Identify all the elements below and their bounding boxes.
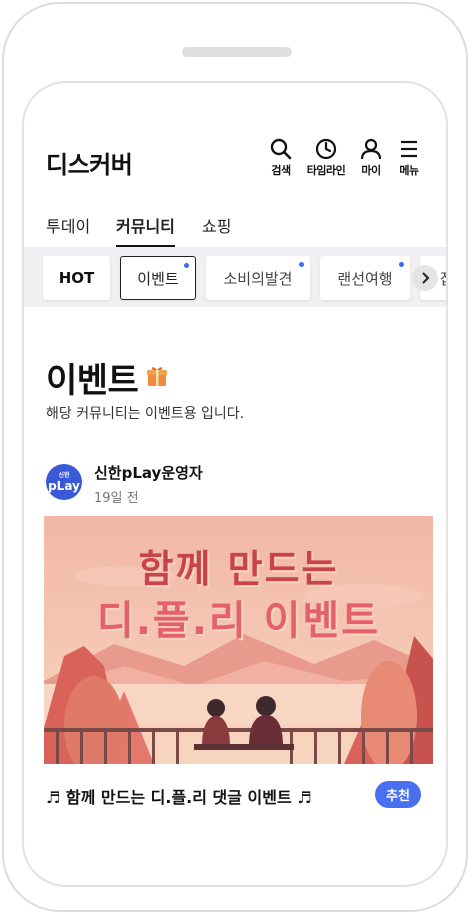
chip-travel-label: 랜선여행 xyxy=(337,269,393,288)
app-title: 디스커버 xyxy=(46,151,133,179)
chip-consumption[interactable]: 소비의발견 xyxy=(206,256,310,300)
clock-icon xyxy=(315,138,337,160)
recommend-badge: 추천 xyxy=(375,781,421,808)
avatar-top-text: 신한 xyxy=(58,471,70,479)
new-dot xyxy=(299,262,304,267)
menu-icon xyxy=(401,140,417,158)
chip-event[interactable]: 이벤트 xyxy=(120,256,196,300)
avatar[interactable]: 신한 pLay xyxy=(46,464,82,500)
main-tabs: 투데이 커뮤니티 쇼핑 xyxy=(24,213,446,247)
banner-headline-1: 함께 만드는 xyxy=(138,547,339,591)
chip-hot-label: HOT xyxy=(58,269,95,287)
person-icon xyxy=(360,138,382,160)
post-title[interactable]: ♬ 함께 만드는 디.플.리 댓글 이벤트 ♬ xyxy=(46,784,312,808)
chip-event-label: 이벤트 xyxy=(137,269,179,288)
app-header: 디스커버 검색 타임라인 마이 메뉴 xyxy=(24,83,446,193)
post-author[interactable]: 신한pLay운영자 xyxy=(94,462,203,483)
post-time: 19일 전 xyxy=(94,491,139,506)
timeline-label: 타임라인 xyxy=(306,164,346,177)
new-dot xyxy=(184,263,189,268)
page-description: 해당 커뮤니티는 이벤트용 입니다. xyxy=(46,406,245,422)
event-banner-image[interactable]: 함께 만드는 디.플.리 이벤트 xyxy=(44,516,433,764)
chip-hot[interactable]: HOT xyxy=(43,256,110,300)
category-chip-bar: HOT 이벤트 소비의발견 랜선여행 잡 xyxy=(24,247,446,307)
new-dot xyxy=(399,262,404,267)
scroll-right-button[interactable] xyxy=(412,265,438,291)
chevron-right-icon xyxy=(422,272,430,284)
tab-community[interactable]: 커뮤니티 xyxy=(116,213,175,247)
search-button[interactable]: 검색 xyxy=(256,138,306,178)
banner-headline-2: 디.플.리 이벤트 xyxy=(96,598,381,644)
search-label: 검색 xyxy=(271,164,291,177)
tab-shopping[interactable]: 쇼핑 xyxy=(202,213,231,245)
menu-label: 메뉴 xyxy=(399,164,419,177)
chip-consumption-label: 소비의발견 xyxy=(223,269,293,288)
search-icon xyxy=(270,138,292,160)
timeline-button[interactable]: 타임라인 xyxy=(301,138,351,178)
app-screen: 디스커버 검색 타임라인 마이 메뉴 투데이 커뮤니티 쇼핑 HOT 이벤트 소… xyxy=(22,81,448,887)
chip-travel[interactable]: 랜선여행 xyxy=(320,256,410,300)
avatar-main-text: pLay xyxy=(48,478,80,493)
page-title: 이벤트 xyxy=(46,361,139,401)
phone-speaker xyxy=(182,47,292,57)
gift-icon xyxy=(147,367,167,386)
chip-partial-label: 잡 xyxy=(440,268,446,289)
menu-button[interactable]: 메뉴 xyxy=(384,138,434,178)
tab-today[interactable]: 투데이 xyxy=(46,213,90,245)
